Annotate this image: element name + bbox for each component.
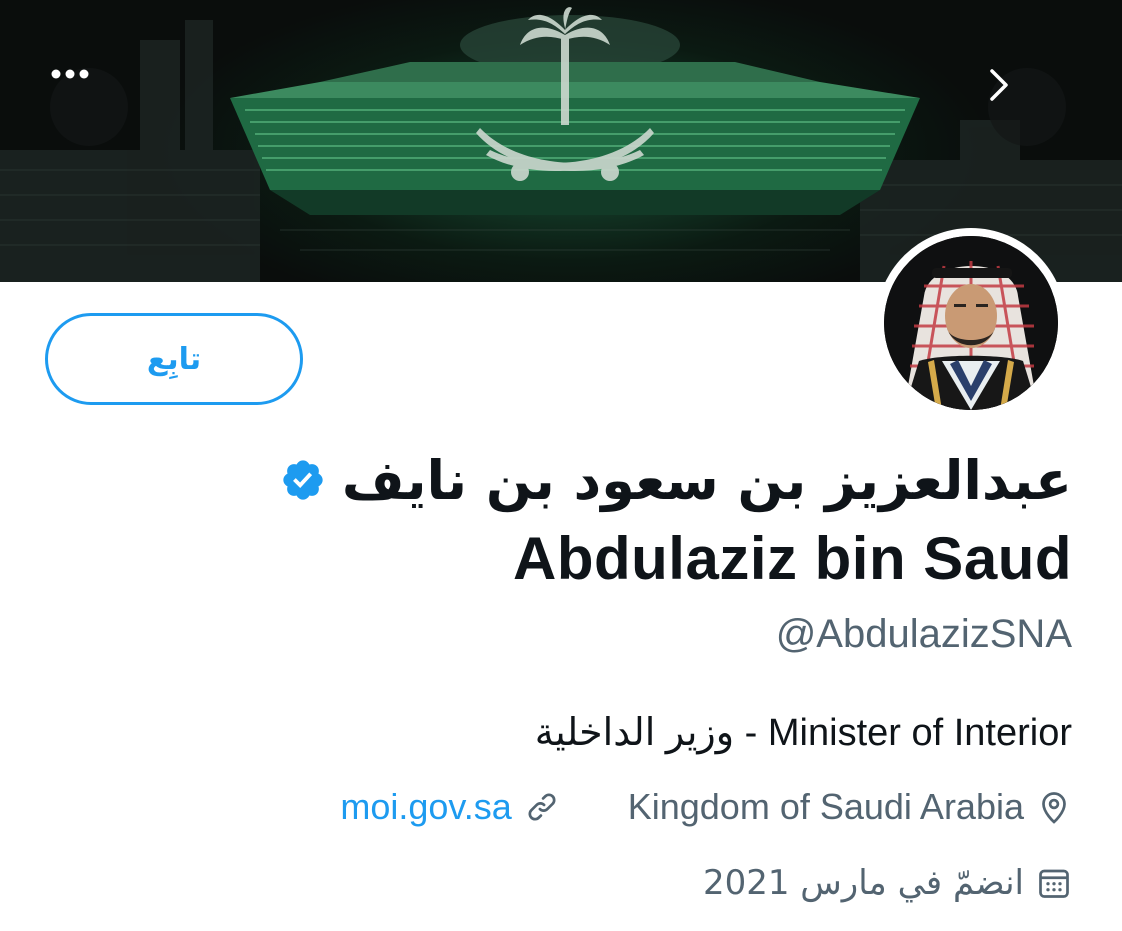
link-icon xyxy=(524,789,560,825)
profile-bio: وزير الداخلية - Minister of Interior xyxy=(534,712,1072,754)
more-horizontal-icon xyxy=(51,69,89,79)
location-text: Kingdom of Saudi Arabia xyxy=(627,786,1024,827)
next-button[interactable] xyxy=(988,68,1066,146)
display-name-english: Abdulaziz bin Saud xyxy=(513,525,1072,592)
follow-button[interactable]: تابِع xyxy=(45,313,303,405)
location-item: Kingdom of Saudi Arabia xyxy=(628,786,1072,828)
more-options-button[interactable] xyxy=(50,68,128,146)
profile-meta-row: moi.gov.sa Kingdom of Saudi Arabia xyxy=(340,782,1072,832)
joined-date-text: انضمّ في مارس 2021 xyxy=(702,863,1024,903)
display-name-arabic: عبدالعزيز بن سعود بن نايف xyxy=(341,448,1072,512)
verified-badge-icon xyxy=(283,460,323,500)
calendar-icon xyxy=(1036,865,1072,901)
location-pin-icon xyxy=(1036,789,1072,825)
joined-date-row: انضمّ في مارس 2021 xyxy=(703,858,1072,908)
website-link[interactable]: moi.gov.sa xyxy=(340,786,511,828)
chevron-right-icon xyxy=(990,69,1008,101)
display-name-row: عبدالعزيز بن سعود بن نايف xyxy=(280,440,1072,520)
avatar[interactable] xyxy=(876,228,1066,418)
avatar-image xyxy=(884,236,1058,410)
website-item[interactable]: moi.gov.sa xyxy=(340,786,559,828)
username-handle: @AbdulazizSNA xyxy=(775,612,1072,656)
